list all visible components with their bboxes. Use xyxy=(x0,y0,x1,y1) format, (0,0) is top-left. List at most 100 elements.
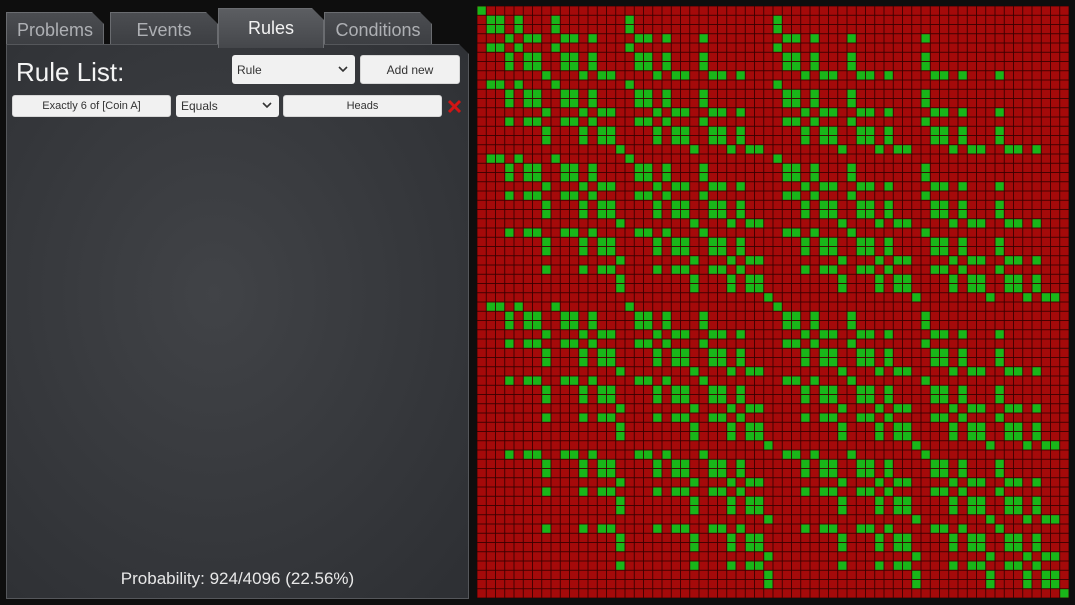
tab-problems[interactable]: Problems xyxy=(6,12,104,48)
outcome-cell xyxy=(893,367,903,376)
outcome-cell xyxy=(967,468,977,478)
outcome-cell xyxy=(856,182,866,191)
outcome-cell xyxy=(523,515,533,524)
rule-subject-button[interactable]: Exactly 6 of [Coin A] xyxy=(12,95,171,117)
outcome-cell xyxy=(930,126,940,136)
outcome-cell xyxy=(1060,367,1069,376)
outcome-cell xyxy=(1060,15,1069,25)
outcome-cell xyxy=(1041,117,1051,126)
outcome-cell xyxy=(634,579,644,589)
outcome-cell xyxy=(967,533,977,543)
outcome-cell xyxy=(838,145,847,154)
outcome-cell xyxy=(912,237,921,247)
outcome-cell xyxy=(865,293,875,302)
outcome-cell xyxy=(523,265,533,274)
outcome-cell xyxy=(847,302,856,311)
outcome-cell xyxy=(662,394,671,404)
outcome-cell xyxy=(995,441,1004,450)
outcome-cell xyxy=(819,515,829,524)
outcome-cell xyxy=(579,589,588,598)
outcome-cell xyxy=(1050,404,1060,413)
outcome-cell xyxy=(1004,89,1014,99)
outcome-cell xyxy=(579,43,588,52)
outcome-cell xyxy=(727,302,736,311)
tab-rules[interactable]: Rules xyxy=(218,8,324,48)
rule-value-button[interactable]: Heads xyxy=(283,95,442,117)
outcome-cell xyxy=(671,246,681,256)
outcome-cell xyxy=(662,376,671,385)
outcome-cell xyxy=(477,515,486,524)
outcome-cell xyxy=(634,348,644,358)
outcome-cell xyxy=(523,52,533,62)
outcome-cell xyxy=(505,468,514,478)
outcome-cell xyxy=(810,293,819,302)
outcome-cell xyxy=(736,357,745,367)
outcome-cell xyxy=(912,163,921,173)
outcome-cell xyxy=(745,413,755,422)
outcome-cell xyxy=(847,339,856,348)
outcome-cell xyxy=(930,6,940,15)
outcome-cell xyxy=(690,533,699,543)
outcome-cell xyxy=(949,256,958,265)
outcome-cell xyxy=(569,274,579,284)
outcome-cell xyxy=(856,89,866,99)
outcome-cell xyxy=(514,496,523,506)
outcome-cell xyxy=(514,61,523,71)
outcome-cell xyxy=(939,6,949,15)
outcome-cell xyxy=(986,339,995,348)
outcome-cell xyxy=(495,385,505,395)
outcome-cell xyxy=(477,24,486,34)
outcome-cell xyxy=(680,283,690,293)
outcome-cell xyxy=(727,15,736,25)
outcome-cell xyxy=(856,265,866,274)
outcome-cell xyxy=(930,237,940,247)
outcome-cell xyxy=(902,413,912,422)
outcome-cell xyxy=(727,441,736,450)
outcome-cell xyxy=(634,542,644,552)
tab-events[interactable]: Events xyxy=(110,12,218,48)
outcome-cell xyxy=(856,468,866,478)
outcome-cell xyxy=(1032,570,1041,580)
outcome-cell xyxy=(588,524,597,533)
add-new-button[interactable]: Add new xyxy=(360,55,460,84)
outcome-cell xyxy=(745,496,755,506)
outcome-cell xyxy=(986,385,995,395)
outcome-cell xyxy=(514,311,523,321)
outcome-cell xyxy=(745,302,755,311)
outcome-cell xyxy=(514,34,523,43)
outcome-cell xyxy=(865,487,875,496)
delete-rule-button[interactable] xyxy=(446,98,463,115)
outcome-cell xyxy=(902,330,912,339)
outcome-cell xyxy=(708,579,718,589)
rule-operator-select[interactable]: Equals xyxy=(176,95,279,117)
tab-label: Problems xyxy=(16,20,94,40)
outcome-cell xyxy=(1013,579,1023,589)
outcome-cell xyxy=(514,385,523,395)
outcome-cell xyxy=(819,552,829,561)
outcome-cell xyxy=(1050,228,1060,237)
outcome-cell xyxy=(560,348,570,358)
outcome-cell xyxy=(606,24,616,34)
outcome-cell xyxy=(671,237,681,247)
outcome-cell xyxy=(995,246,1004,256)
tab-conditions[interactable]: Conditions xyxy=(324,12,432,48)
outcome-cell xyxy=(773,43,782,52)
outcome-cell xyxy=(588,441,597,450)
outcome-cell xyxy=(643,496,653,506)
outcome-cell xyxy=(495,61,505,71)
outcome-cell xyxy=(1023,163,1032,173)
outcome-cell xyxy=(1050,80,1060,89)
outcome-cell xyxy=(699,302,708,311)
rule-type-select[interactable]: Rule xyxy=(232,55,355,84)
outcome-cell xyxy=(560,589,570,598)
outcome-cell xyxy=(486,154,496,163)
outcome-cell xyxy=(838,274,847,284)
outcome-cell xyxy=(708,339,718,348)
outcome-cell xyxy=(699,311,708,321)
outcome-cell xyxy=(699,515,708,524)
outcome-cell xyxy=(495,43,505,52)
outcome-cell xyxy=(986,561,995,570)
outcome-cell xyxy=(1060,524,1069,533)
outcome-cell xyxy=(773,524,782,533)
outcome-cell xyxy=(875,191,884,200)
